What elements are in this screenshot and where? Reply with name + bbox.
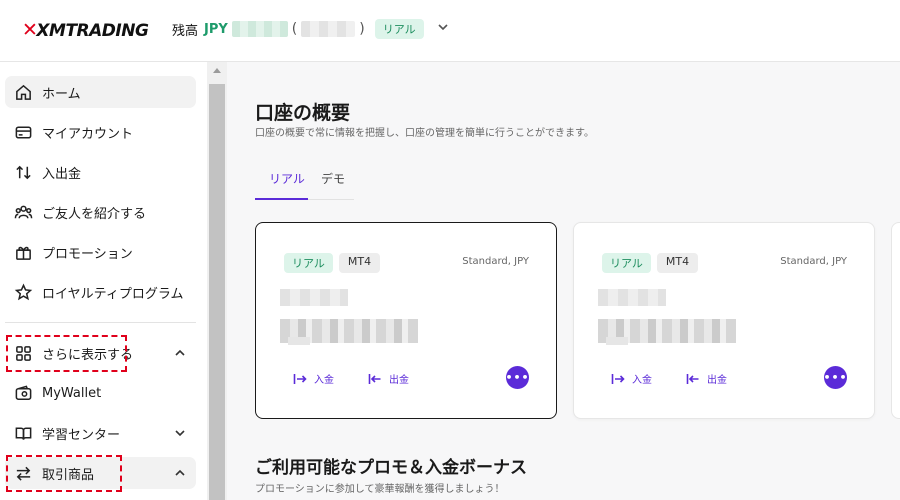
transfer-icon — [13, 162, 33, 182]
top-header: ✕XMTRADING 残高 JPY ( ) リアル — [0, 0, 900, 62]
xm-logo[interactable]: ✕XMTRADING — [22, 19, 149, 41]
balance-currency: JPY — [204, 21, 228, 37]
deposit-link[interactable]: 入金 — [293, 371, 334, 386]
tab-real[interactable]: リアル — [269, 170, 305, 187]
account-type-label: Standard, JPY — [462, 256, 529, 267]
sidebar-item-learning-center[interactable]: 学習センター — [5, 417, 196, 449]
account-card[interactable]: リアル MT4 Standard, JPY 入金 出金 ••• — [573, 222, 875, 419]
page-title: 口座の概要 — [255, 102, 351, 124]
balance-amount-blurred — [231, 21, 288, 37]
chevron-down-icon[interactable] — [174, 428, 186, 438]
sidebar-item-label: 学習センター — [42, 427, 121, 443]
withdraw-arrow-icon — [368, 373, 381, 384]
card-icon — [13, 122, 33, 142]
account-balance-blurred-tail — [288, 337, 310, 345]
active-tab-indicator — [255, 198, 308, 200]
sidebar-divider — [5, 322, 196, 323]
balance-label: 残高 — [172, 23, 199, 39]
sidebar-item-label: プロモーション — [42, 246, 133, 262]
sidebar-item-promotions[interactable]: プロモーション — [5, 236, 196, 268]
withdraw-link[interactable]: 出金 — [368, 371, 409, 386]
platform-badge: MT4 — [656, 253, 699, 273]
withdraw-label: 出金 — [707, 375, 727, 386]
deposit-arrow-icon — [293, 373, 307, 384]
star-icon — [13, 282, 33, 302]
promo-section-subtitle: プロモーションに参加して豪華報酬を獲得しましょう！ — [255, 484, 505, 495]
account-number-blurred — [280, 289, 348, 306]
balance-secondary-blurred — [301, 21, 356, 37]
highlight-show-more — [6, 335, 127, 372]
more-options-button[interactable]: ••• — [505, 366, 529, 389]
sidebar-item-home[interactable]: ホーム — [5, 76, 196, 108]
sidebar-scrollbar[interactable] — [207, 62, 227, 500]
card-badges: リアル MT4 — [602, 253, 699, 273]
sidebar-item-label: MyWallet — [42, 385, 102, 401]
sidebar: ホーム マイアカウント 入出金 ご友人を紹介する プロモーション ロイヤルティプ… — [0, 62, 207, 500]
page-subtitle: 口座の概要で常に情報を把握し、口座の管理を簡単に行うことができます。 — [255, 128, 594, 139]
withdraw-link[interactable]: 出金 — [686, 371, 727, 386]
users-icon — [13, 202, 33, 222]
account-type-badge: リアル — [602, 253, 651, 273]
sidebar-item-label: ロイヤルティプログラム — [42, 286, 184, 302]
main-content: 口座の概要 口座の概要で常に情報を把握し、口座の管理を簡単に行うことができます。… — [227, 62, 900, 500]
account-type-label: Standard, JPY — [780, 256, 847, 267]
account-type-badge: リアル — [374, 19, 424, 39]
sidebar-item-my-account[interactable]: マイアカウント — [5, 116, 196, 148]
tab-demo[interactable]: デモ — [321, 170, 345, 187]
account-type-badge: リアル — [284, 253, 333, 273]
sidebar-item-refer-friend[interactable]: ご友人を紹介する — [5, 196, 196, 228]
sidebar-item-label: ご友人を紹介する — [42, 206, 147, 222]
scroll-up-arrow-icon[interactable] — [213, 68, 221, 73]
book-icon — [13, 423, 33, 443]
promo-section-title: ご利用可能なプロモ＆入金ボーナス — [255, 458, 527, 478]
deposit-link[interactable]: 入金 — [611, 371, 652, 386]
sidebar-item-loyalty[interactable]: ロイヤルティプログラム — [5, 276, 196, 308]
paren-close: ) — [359, 21, 365, 37]
sidebar-item-mywallet[interactable]: MyWallet — [5, 377, 196, 409]
highlight-trading-products — [6, 455, 122, 492]
more-options-button[interactable]: ••• — [823, 366, 847, 389]
account-card[interactable]: リアル MT4 Standard, JPY 入金 出金 ••• — [255, 222, 557, 419]
account-card-partial[interactable] — [891, 222, 900, 419]
deposit-label: 入金 — [632, 375, 652, 386]
wallet-icon — [13, 383, 33, 403]
withdraw-arrow-icon — [686, 373, 699, 384]
account-balance-blurred-tail — [606, 337, 628, 345]
deposit-arrow-icon — [611, 373, 625, 384]
withdraw-label: 出金 — [389, 375, 409, 386]
chevron-up-icon[interactable] — [174, 348, 186, 358]
sidebar-item-label: ホーム — [42, 86, 81, 102]
scrollbar-thumb[interactable] — [209, 84, 225, 500]
sidebar-item-label: 入出金 — [42, 166, 82, 182]
sidebar-item-deposit-withdraw[interactable]: 入出金 — [5, 156, 196, 188]
chevron-down-icon[interactable] — [438, 22, 448, 32]
account-number-blurred — [598, 289, 666, 306]
balance-summary[interactable]: 残高 JPY ( ) リアル — [172, 18, 448, 40]
chevron-up-icon[interactable] — [174, 468, 186, 478]
card-badges: リアル MT4 — [284, 253, 381, 273]
home-icon — [13, 82, 33, 102]
paren-open: ( — [291, 21, 298, 37]
deposit-label: 入金 — [314, 375, 334, 386]
account-tabs: リアル デモ — [255, 162, 354, 200]
sidebar-item-label: マイアカウント — [42, 126, 134, 142]
gift-icon — [13, 242, 33, 262]
platform-badge: MT4 — [338, 253, 381, 273]
